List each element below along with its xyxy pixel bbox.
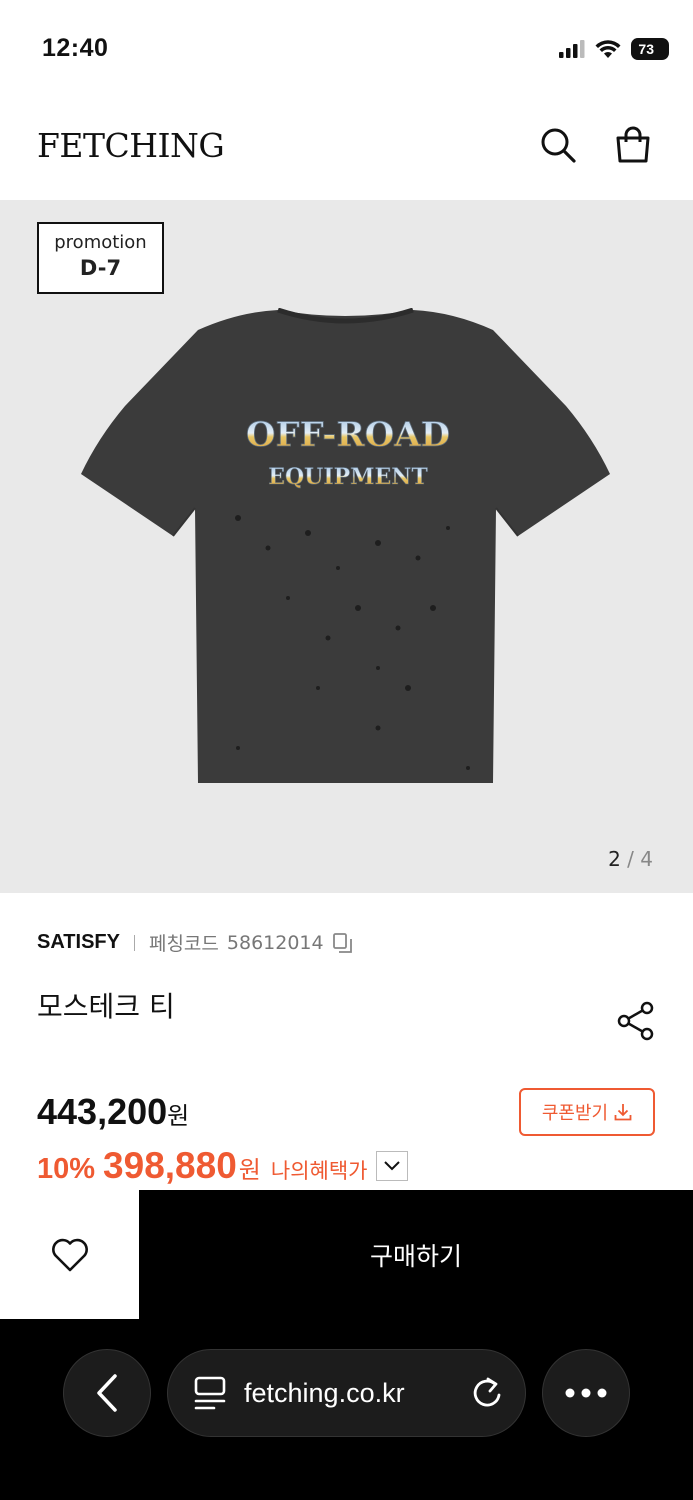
product-meta: SATISFY 페칭코드 58612014 bbox=[37, 929, 354, 956]
promotion-badge: promotion D-7 bbox=[37, 222, 164, 294]
fetching-logo[interactable]: FETCHING bbox=[37, 126, 225, 165]
original-price-currency: 원 bbox=[167, 1102, 190, 1130]
copy-icon[interactable] bbox=[332, 932, 354, 954]
sale-price-currency: 원 bbox=[238, 1156, 261, 1184]
reload-icon[interactable] bbox=[471, 1376, 503, 1410]
gallery-separator: / bbox=[627, 847, 634, 871]
brand-name[interactable]: SATISFY bbox=[37, 931, 120, 954]
product-code-label: 페칭코드 bbox=[148, 933, 219, 955]
search-icon bbox=[541, 128, 576, 163]
sale-price-row: 10% 398,880 원 나의혜택가 bbox=[37, 1145, 408, 1187]
chevron-left-icon bbox=[97, 1374, 117, 1412]
my-benefit-price-label[interactable]: 나의혜택가 bbox=[271, 1155, 368, 1185]
browser-toolbar: fetching.co.kr bbox=[0, 1319, 693, 1500]
more-options-button[interactable] bbox=[542, 1349, 630, 1437]
discount-rate: 10% bbox=[37, 1153, 96, 1185]
product-gallery[interactable]: promotion D-7 OFF-ROAD EQUIPMENT 2 / 4 bbox=[0, 200, 693, 893]
product-name: 모스테크 티 bbox=[37, 990, 175, 1023]
status-bar: 12:40 73 bbox=[0, 0, 693, 100]
reader-mode-icon[interactable] bbox=[194, 1376, 226, 1410]
wifi-icon bbox=[595, 39, 621, 58]
shirt-print-line2: EQUIPMENT bbox=[268, 464, 428, 490]
coupon-button-label: 쿠폰받기 bbox=[541, 1103, 609, 1124]
purchase-bar: 구매하기 bbox=[0, 1190, 693, 1319]
benefit-expand-button[interactable] bbox=[375, 1151, 408, 1181]
shopping-bag-icon bbox=[616, 126, 650, 163]
site-header: FETCHING bbox=[0, 100, 693, 200]
promotion-countdown: D-7 bbox=[79, 256, 122, 280]
shirt-print-line1: OFF-ROAD bbox=[246, 415, 450, 455]
more-dots-icon bbox=[565, 1388, 607, 1398]
product-code-value: 58612014 bbox=[226, 931, 324, 954]
heart-icon bbox=[51, 1238, 88, 1271]
buy-button[interactable]: 구매하기 bbox=[139, 1190, 693, 1319]
product-image: OFF-ROAD EQUIPMENT bbox=[81, 308, 610, 783]
meta-divider bbox=[133, 934, 135, 951]
status-time: 12:40 bbox=[42, 34, 109, 62]
coupon-button[interactable]: 쿠폰받기 bbox=[519, 1088, 655, 1136]
share-icon[interactable] bbox=[617, 1001, 655, 1041]
original-price: 443,200원 bbox=[37, 1091, 189, 1133]
search-button[interactable] bbox=[538, 124, 578, 166]
shopping-bag-button[interactable] bbox=[613, 124, 653, 166]
original-price-value: 443,200 bbox=[37, 1091, 168, 1132]
url-text: fetching.co.kr bbox=[244, 1377, 405, 1408]
sale-price: 398,880 bbox=[103, 1145, 237, 1186]
signal-icon bbox=[559, 40, 585, 58]
promotion-label: promotion bbox=[54, 232, 147, 253]
back-button[interactable] bbox=[63, 1349, 151, 1437]
chevron-down-icon bbox=[383, 1161, 400, 1171]
status-icons: 73 bbox=[559, 38, 669, 60]
download-icon bbox=[614, 1104, 632, 1121]
battery-indicator: 73 bbox=[631, 38, 669, 60]
address-bar[interactable]: fetching.co.kr bbox=[167, 1349, 526, 1437]
gallery-total-pages: 4 bbox=[640, 847, 653, 871]
gallery-page-counter: 2 / 4 bbox=[608, 847, 653, 871]
gallery-current-page: 2 bbox=[608, 847, 621, 871]
wishlist-button[interactable] bbox=[0, 1190, 139, 1319]
